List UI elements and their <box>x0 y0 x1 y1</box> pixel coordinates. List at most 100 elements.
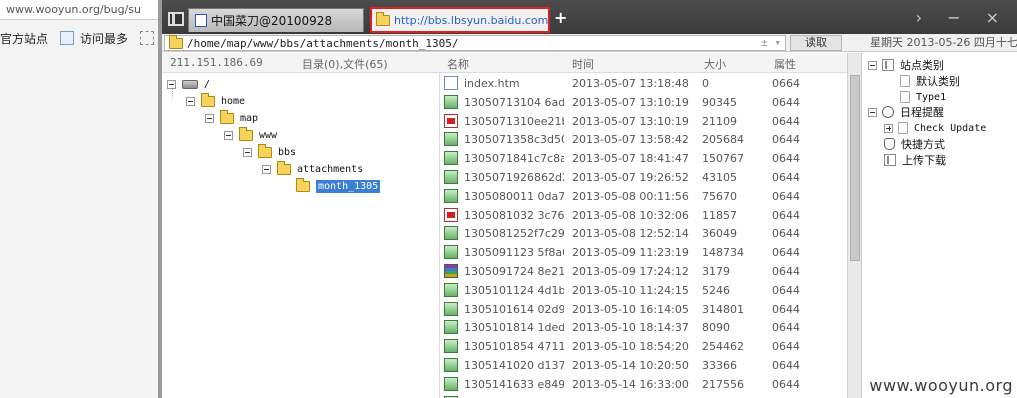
col-name-header[interactable]: 名称 <box>447 56 469 72</box>
tree-node-label: home <box>221 96 246 107</box>
file-time: 2013-05-07 13:58:42 <box>572 133 689 147</box>
favorite-item[interactable]: 官方站点 <box>0 30 54 47</box>
file-row[interactable]: 1305101614 02d93... 2013-05-10 16:14:05 31… <box>440 300 847 319</box>
date-display: 星期天 2013-05-26 四月十七 <box>870 36 1017 49</box>
sidebar-toggle-icon[interactable] <box>168 12 184 26</box>
file-name: 1305081252f7c29f... <box>464 227 564 241</box>
file-size: 33366 <box>702 359 737 372</box>
scrollbar-thumb[interactable] <box>850 75 860 261</box>
window-controls[interactable]: › − × <box>916 8 1009 27</box>
tree-node-attachments[interactable]: attachments <box>262 161 363 178</box>
file-size: 21109 <box>702 114 737 128</box>
drive-icon <box>182 80 198 89</box>
page-icon <box>898 122 908 134</box>
tree-type1[interactable]: Type1 <box>900 89 946 105</box>
background-url-bar[interactable]: www.wooyun.org/bug/su <box>0 0 162 20</box>
tree-node-bbs[interactable]: bbs <box>243 144 296 161</box>
page-icon <box>195 14 207 27</box>
file-name: 1305071926862d2... <box>464 171 564 184</box>
collapse-icon[interactable] <box>868 60 877 70</box>
file-row[interactable]: 1305141633 e8494... 2013-05-14 16:33:00 21… <box>440 375 847 394</box>
file-row[interactable]: 13050713104 6ad6... 2013-05-07 13:10:19 90… <box>440 93 847 112</box>
tree-reminders[interactable]: 日程提醒 <box>868 104 944 120</box>
file-row[interactable]: 1305081032 3c769f... 2013-05-08 10:32:06 1… <box>440 206 847 225</box>
file-row[interactable]: 1305071841c7c8a... 2013-05-07 18:41:47 150… <box>440 149 847 168</box>
img-file-icon <box>444 94 458 109</box>
file-row[interactable]: 1305141637 d80a8...2013-05-14 16:37:5521… <box>440 394 847 398</box>
img-file-icon <box>444 301 458 316</box>
file-row[interactable]: index.htm 2013-05-07 13:18:48 0 0664 <box>440 74 847 93</box>
img-file-icon <box>444 170 458 184</box>
dashed-box-icon <box>140 31 155 45</box>
pdf-file-icon <box>444 113 458 128</box>
file-attr: 0644 <box>772 377 800 391</box>
transfer-icon <box>884 154 896 166</box>
file-row[interactable]: 1305071926862d2... 2013-05-07 19:26:52 431… <box>440 168 847 187</box>
tree-shortcuts[interactable]: 快捷方式 <box>884 136 945 152</box>
tree-site-types[interactable]: 站点类别 <box>868 57 944 73</box>
file-row[interactable]: 1305091724 8e213... 2013-05-09 17:24:12 31… <box>440 262 847 281</box>
collapse-icon[interactable] <box>262 165 271 174</box>
file-row[interactable]: 1305101124 4d1bff... 2013-05-10 11:24:15 5… <box>440 281 847 300</box>
pdf-file-icon <box>444 207 458 222</box>
file-row[interactable]: 1305101854 4711b... 2013-05-10 18:54:20 25… <box>440 337 847 356</box>
tree-default-type[interactable]: 默认类别 <box>900 73 960 89</box>
favorite-item[interactable]: 访问最多 <box>60 30 134 47</box>
file-time: 2013-05-10 18:14:37 <box>572 321 689 335</box>
page-icon <box>900 91 910 103</box>
file-time: 2013-05-08 00:11:56 <box>572 189 689 203</box>
file-name: 1305101854 4711b... <box>464 340 564 354</box>
col-size-header[interactable]: 大小 <box>704 56 726 72</box>
file-name: 1305141633 e8494... <box>464 377 564 391</box>
tree-node-home[interactable]: home <box>186 93 245 110</box>
tree-uploads[interactable]: 上传下载 <box>884 152 946 168</box>
tree-node-month-1305[interactable]: month_1305 <box>296 178 381 195</box>
tab-bar: 中国菜刀@20100928 http://bbs.lbsyun.baidu.co… <box>162 0 1017 34</box>
path-text: /home/map/www/bbs/attachments/month_1305… <box>187 36 459 50</box>
file-size: 36049 <box>702 227 737 241</box>
collapse-icon[interactable] <box>167 80 176 89</box>
new-tab-button[interactable]: + <box>554 8 567 27</box>
file-row[interactable]: 1305101814 1ded7... 2013-05-10 18:14:37 80… <box>440 318 847 337</box>
file-name: 1305141020 d1375... <box>464 359 564 372</box>
tree-node-map[interactable]: map <box>205 110 258 127</box>
column-header: 211.151.186.69 目录(0),文件(65) 名称 时间 大小 属性 <box>162 53 847 73</box>
tree-node-www[interactable]: www <box>224 127 277 144</box>
collapse-icon[interactable] <box>186 97 195 106</box>
tab-target-site[interactable]: http://bbs.lbsyun.baidu.com/... <box>370 7 550 33</box>
file-row[interactable]: 1305080011 0da7f0... 2013-05-08 00:11:56 7… <box>440 187 847 206</box>
col-attr-header[interactable]: 属性 <box>774 56 796 72</box>
collapse-icon[interactable] <box>205 114 214 123</box>
file-row[interactable]: 1305071358c3d50... 2013-05-07 13:58:42 205… <box>440 130 847 149</box>
file-size: 148734 <box>702 246 744 260</box>
read-button[interactable]: 读取 <box>790 35 842 51</box>
file-name: 1305091123 5f8a09... <box>464 246 564 260</box>
img-file-icon <box>444 282 458 297</box>
file-row[interactable]: 1305071310ee21b... 2013-05-07 13:10:19 211… <box>440 112 847 131</box>
file-list-scrollbar[interactable] <box>847 53 861 398</box>
file-name: 1305101814 1ded7... <box>464 321 564 335</box>
file-size: 205684 <box>702 133 744 147</box>
col-time-header[interactable]: 时间 <box>572 56 594 72</box>
tab-target-label: http://bbs.lbsyun.baidu.com/... <box>394 13 550 27</box>
file-attr: 0644 <box>772 152 800 166</box>
expand-icon[interactable] <box>884 123 893 133</box>
file-row[interactable]: 1305091123 5f8a09... 2013-05-09 11:23:19 1… <box>440 243 847 262</box>
path-input[interactable]: /home/map/www/bbs/attachments/month_1305… <box>164 34 786 51</box>
file-row[interactable]: 1305081252f7c29f... 2013-05-08 12:52:14 36… <box>440 224 847 243</box>
tab-home[interactable]: 中国菜刀@20100928 <box>188 8 364 32</box>
collapse-icon[interactable] <box>224 131 233 140</box>
collapse-icon[interactable] <box>243 148 252 157</box>
tree-check-update[interactable]: Check Update <box>884 120 986 136</box>
file-attr: 0644 <box>772 321 800 335</box>
server-ip: 211.151.186.69 <box>170 56 263 69</box>
file-row[interactable]: 1305141020 d1375... 2013-05-14 10:20:50 33… <box>440 356 847 375</box>
img-file-icon <box>444 132 458 147</box>
path-dropdown-icon[interactable]: ± ▾ <box>761 36 781 49</box>
img-file-icon <box>444 151 458 166</box>
check-update-label: Check Update <box>914 122 987 134</box>
file-name: 1305080011 0da7f0... <box>464 189 564 203</box>
collapse-icon[interactable] <box>868 107 877 117</box>
file-attr: 0644 <box>772 95 800 109</box>
tree-node-root[interactable]: / <box>167 76 210 93</box>
